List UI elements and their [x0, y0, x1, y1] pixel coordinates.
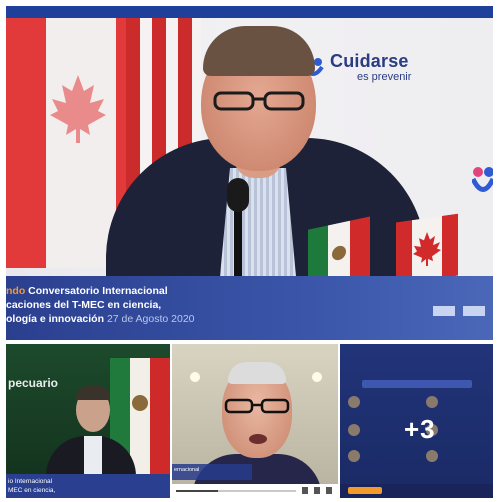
- participant-video-tile-1[interactable]: pecuario io Internacional MEC en ciencia…: [6, 344, 170, 498]
- tile-caption-banner: io Internacional MEC en ciencia,: [6, 474, 170, 498]
- avatar: [426, 450, 438, 462]
- avatar: [426, 396, 438, 408]
- banner-highlight: ndo: [6, 285, 26, 297]
- main-speaker-video-tile[interactable]: Cuidarse es prevenir ndo Conversatorio I…: [6, 18, 493, 340]
- banner-title-line-3: ología e innovación 27 de Agosto 2020: [6, 313, 195, 325]
- participant-mouth: [249, 434, 267, 444]
- tile-caption-banner: ernacional: [172, 464, 252, 480]
- avatar: [348, 450, 360, 462]
- speaker-row: [426, 450, 442, 462]
- banner-title-line-1: ndo Conversatorio Internacional: [6, 285, 168, 297]
- participant-video-tile-2[interactable]: ernacional: [172, 344, 338, 498]
- cuidarse-heart-logo-icon: [472, 167, 493, 192]
- speaker-row: [348, 424, 364, 436]
- microphone-icon: [227, 178, 249, 212]
- volume-icon[interactable]: [302, 487, 308, 494]
- banner-line-1-text: Conversatorio Internacional: [25, 285, 168, 297]
- speaker-row: [348, 396, 364, 408]
- banner-title-line-2: caciones del T-MEC en ciencia,: [6, 299, 162, 311]
- video-call-window: Cuidarse es prevenir ndo Conversatorio I…: [0, 0, 499, 502]
- sponsor-logos: [433, 306, 485, 316]
- logo-subtitle: es prevenir: [357, 71, 412, 83]
- event-title-banner: ndo Conversatorio Internacional caciones…: [6, 276, 493, 340]
- event-date: 27 de Agosto 2020: [106, 313, 195, 325]
- date-pill: [348, 487, 382, 494]
- more-participants-count[interactable]: +3: [404, 414, 436, 445]
- fullscreen-icon[interactable]: [326, 487, 332, 494]
- speaker-list-header-bar: [362, 380, 472, 388]
- avatar: [348, 424, 360, 436]
- caption-line-2: MEC en ciencia,: [8, 487, 56, 494]
- speaker-row: [348, 450, 364, 462]
- progress-bar[interactable]: [176, 490, 296, 492]
- participant-hair: [228, 362, 286, 384]
- participants-overflow-tile[interactable]: +3: [340, 344, 493, 498]
- banner-line-3-text: ología e innovación: [6, 313, 105, 325]
- canada-flag-white-band: [46, 18, 116, 268]
- participant-hair: [76, 386, 110, 400]
- progress-fill: [176, 490, 218, 492]
- logo-title: Cuidarse: [330, 51, 409, 71]
- cuidarse-logo: Cuidarse es prevenir: [302, 52, 411, 83]
- speaker-row: [426, 396, 442, 408]
- window-top-bar: [6, 6, 493, 18]
- sponsor-logo: [433, 306, 455, 316]
- caption-line-1: io Internacional: [8, 478, 53, 485]
- ceiling-light: [312, 372, 322, 382]
- ceiling-light: [190, 372, 200, 382]
- tile-footer: [340, 484, 493, 498]
- canada-flag-icon: [396, 213, 458, 285]
- maple-leaf-icon: [50, 75, 106, 143]
- caption-text: ernacional: [174, 467, 200, 473]
- video-player-controls: [172, 484, 338, 498]
- settings-icon[interactable]: [314, 487, 320, 494]
- background-wall-text: pecuario: [8, 376, 59, 390]
- glasses-icon: [224, 398, 290, 414]
- avatar: [348, 396, 360, 408]
- sponsor-logo: [463, 306, 485, 316]
- glasses-icon: [213, 91, 305, 111]
